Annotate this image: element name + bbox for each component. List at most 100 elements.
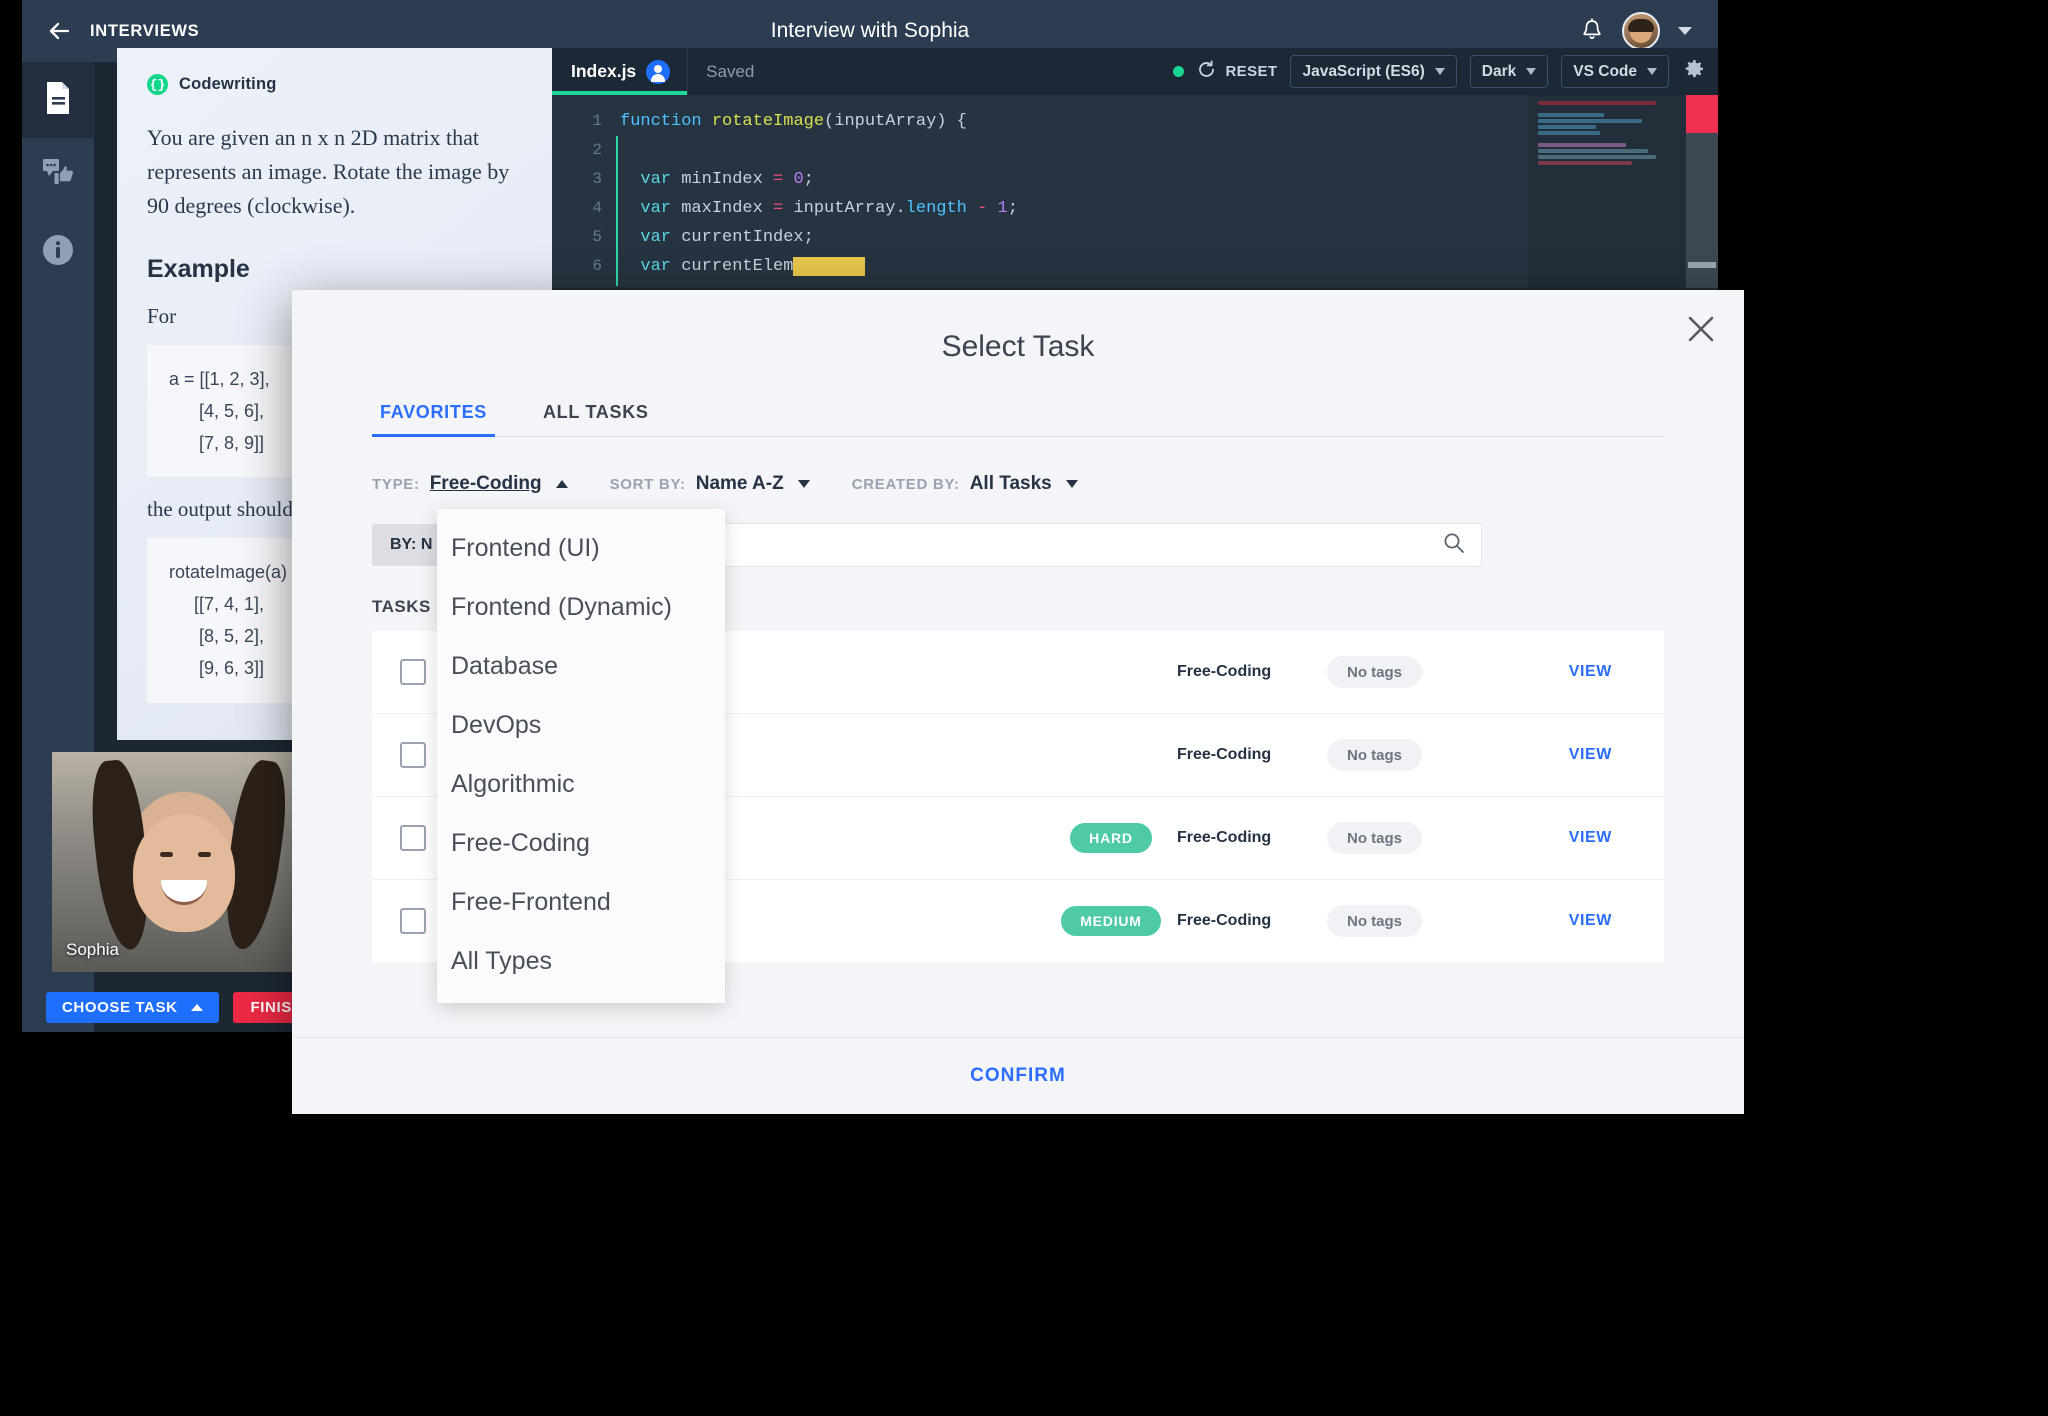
confirm-button[interactable]: CONFIRM	[970, 1065, 1066, 1087]
sort-filter-label: SORT BY:	[609, 475, 686, 493]
page-title: Interview with Sophia	[770, 19, 970, 42]
scrollbar-thumb[interactable]	[1688, 262, 1716, 268]
line-number-gutter: 123456	[592, 112, 602, 275]
dropdown-option-free-frontend[interactable]: Free-Frontend	[437, 873, 725, 932]
caret-down-icon[interactable]	[1065, 480, 1078, 488]
chevron-down-icon	[1526, 68, 1537, 75]
modal-footer: CONFIRM	[292, 1037, 1744, 1114]
status-badge: HARD	[1070, 823, 1152, 853]
chevron-down-icon	[1647, 68, 1657, 75]
dropdown-option-all-types[interactable]: All Types	[437, 932, 725, 991]
dropdown-option-frontend-ui[interactable]: Frontend (UI)	[437, 519, 725, 578]
created-by-filter-label: CREATED BY:	[851, 475, 960, 493]
sort-filter-value[interactable]: Name A-Z	[696, 473, 784, 495]
code-braces-icon	[147, 74, 168, 95]
row-checkbox[interactable]	[400, 659, 426, 685]
dropdown-option-frontend-dynamic[interactable]: Frontend (Dynamic)	[437, 578, 725, 637]
row-checkbox[interactable]	[400, 825, 426, 851]
task-type: Free-Coding	[1176, 746, 1272, 763]
created-by-filter-value[interactable]: All Tasks	[970, 473, 1052, 495]
choose-task-button[interactable]: CHOOSE TASK	[46, 992, 219, 1023]
choose-task-label: CHOOSE TASK	[62, 999, 178, 1016]
row-checkbox[interactable]	[400, 742, 426, 768]
row-checkbox[interactable]	[400, 908, 426, 934]
editor-toolbar: RESET JavaScript (ES6) Dark VS Code	[1173, 48, 1718, 95]
editor-tab-index-js[interactable]: Index.js	[552, 48, 688, 95]
dropdown-option-algorithmic[interactable]: Algorithmic	[437, 755, 725, 814]
language-value: JavaScript (ES6)	[1302, 62, 1425, 80]
rail-item-feedback[interactable]	[22, 138, 94, 214]
view-button[interactable]: VIEW	[1422, 746, 1664, 764]
task-prompt: You are given an n x n 2D matrix that re…	[147, 125, 510, 219]
chevron-down-icon	[1434, 68, 1445, 75]
task-type: Free-Coding	[1176, 663, 1272, 680]
rail-item-description[interactable]	[22, 62, 94, 138]
video-avatar-eye-right	[198, 852, 211, 857]
language-select[interactable]: JavaScript (ES6)	[1290, 55, 1457, 88]
task-tags: No tags	[1326, 822, 1422, 854]
connection-status-dot	[1173, 66, 1185, 77]
video-avatar-face	[133, 814, 235, 932]
feedback-thumbs-up-icon	[42, 157, 74, 196]
difficulty-slot: HARD	[1045, 823, 1177, 853]
example-heading: Example	[147, 255, 250, 284]
modal-title: Select Task	[941, 330, 1095, 363]
info-icon	[42, 234, 74, 271]
search-icon[interactable]	[1443, 532, 1465, 559]
theme-select[interactable]: Dark	[1469, 55, 1549, 88]
bell-icon[interactable]	[1580, 18, 1604, 44]
minimap-scrollbar[interactable]	[1686, 95, 1718, 288]
task-kind-label: Codewriting	[179, 75, 277, 93]
gear-icon[interactable]	[1682, 57, 1706, 86]
dropdown-option-database[interactable]: Database	[437, 637, 725, 696]
saved-status: Saved	[687, 48, 772, 95]
indent-guide	[616, 136, 618, 286]
avatar[interactable]	[1622, 12, 1660, 50]
rail-item-info[interactable]	[22, 214, 94, 290]
reset-circular-arrow-icon	[1197, 60, 1216, 83]
back-label: INTERVIEWS	[90, 21, 200, 40]
task-type: Free-Coding	[1176, 912, 1272, 929]
status-badge: MEDIUM	[1061, 906, 1161, 936]
task-tags: No tags	[1326, 739, 1422, 771]
participant-video-tile[interactable]: Sophia	[52, 752, 316, 972]
bottom-action-row: CHOOSE TASK FINISH	[46, 992, 322, 1023]
filter-bar: TYPE: Free-Coding SORT BY: Name A-Z CREA…	[372, 469, 1744, 499]
keymap-value: VS Code	[1573, 62, 1637, 80]
editor-tab-bar: Index.js Saved RESET JavaScript (ES6) Da…	[552, 48, 1718, 95]
arrow-left-icon	[46, 18, 72, 44]
collaborator-avatar-icon	[646, 59, 671, 84]
minimap-error-marker	[1686, 95, 1718, 133]
tab-favorites-label: FAVORITES	[380, 402, 487, 422]
caret-down-icon[interactable]	[797, 480, 810, 488]
code-canvas[interactable]: 123456 function rotateImage(inputArray) …	[552, 95, 1718, 288]
back-to-interviews-button[interactable]: INTERVIEWS	[46, 18, 199, 44]
theme-value: Dark	[1481, 62, 1517, 80]
chevron-down-icon[interactable]	[1678, 27, 1692, 35]
tab-favorites[interactable]: FAVORITES	[372, 402, 495, 437]
editor-tab-label: Index.js	[571, 61, 637, 81]
caret-up-icon[interactable]	[555, 480, 568, 488]
task-tags: No tags	[1326, 656, 1422, 688]
reset-button[interactable]: RESET	[1197, 60, 1277, 83]
view-button[interactable]: VIEW	[1422, 663, 1664, 681]
type-filter-dropdown: Frontend (UI) Frontend (Dynamic) Databas…	[437, 509, 725, 1003]
close-icon[interactable]	[1684, 312, 1718, 346]
task-tags: No tags	[1326, 905, 1422, 937]
caret-up-icon	[190, 1004, 203, 1011]
video-avatar-eye-left	[160, 852, 173, 857]
code-text: function rotateImage(inputArray) { var m…	[620, 112, 1018, 276]
view-button[interactable]: VIEW	[1422, 829, 1664, 847]
tab-all-tasks[interactable]: ALL TASKS	[535, 402, 657, 436]
dropdown-option-devops[interactable]: DevOps	[437, 696, 725, 755]
tab-all-tasks-label: ALL TASKS	[542, 402, 649, 422]
document-icon	[43, 81, 73, 120]
active-filter-chip-label: BY: N	[390, 536, 433, 553]
type-filter-value[interactable]: Free-Coding	[430, 473, 542, 495]
dropdown-option-free-coding[interactable]: Free-Coding	[437, 814, 725, 873]
keymap-select[interactable]: VS Code	[1561, 55, 1669, 88]
view-button[interactable]: VIEW	[1422, 912, 1664, 930]
type-filter-label: TYPE:	[372, 475, 420, 493]
editor-minimap[interactable]	[1528, 95, 1718, 288]
task-kind-header: Codewriting	[117, 48, 552, 95]
